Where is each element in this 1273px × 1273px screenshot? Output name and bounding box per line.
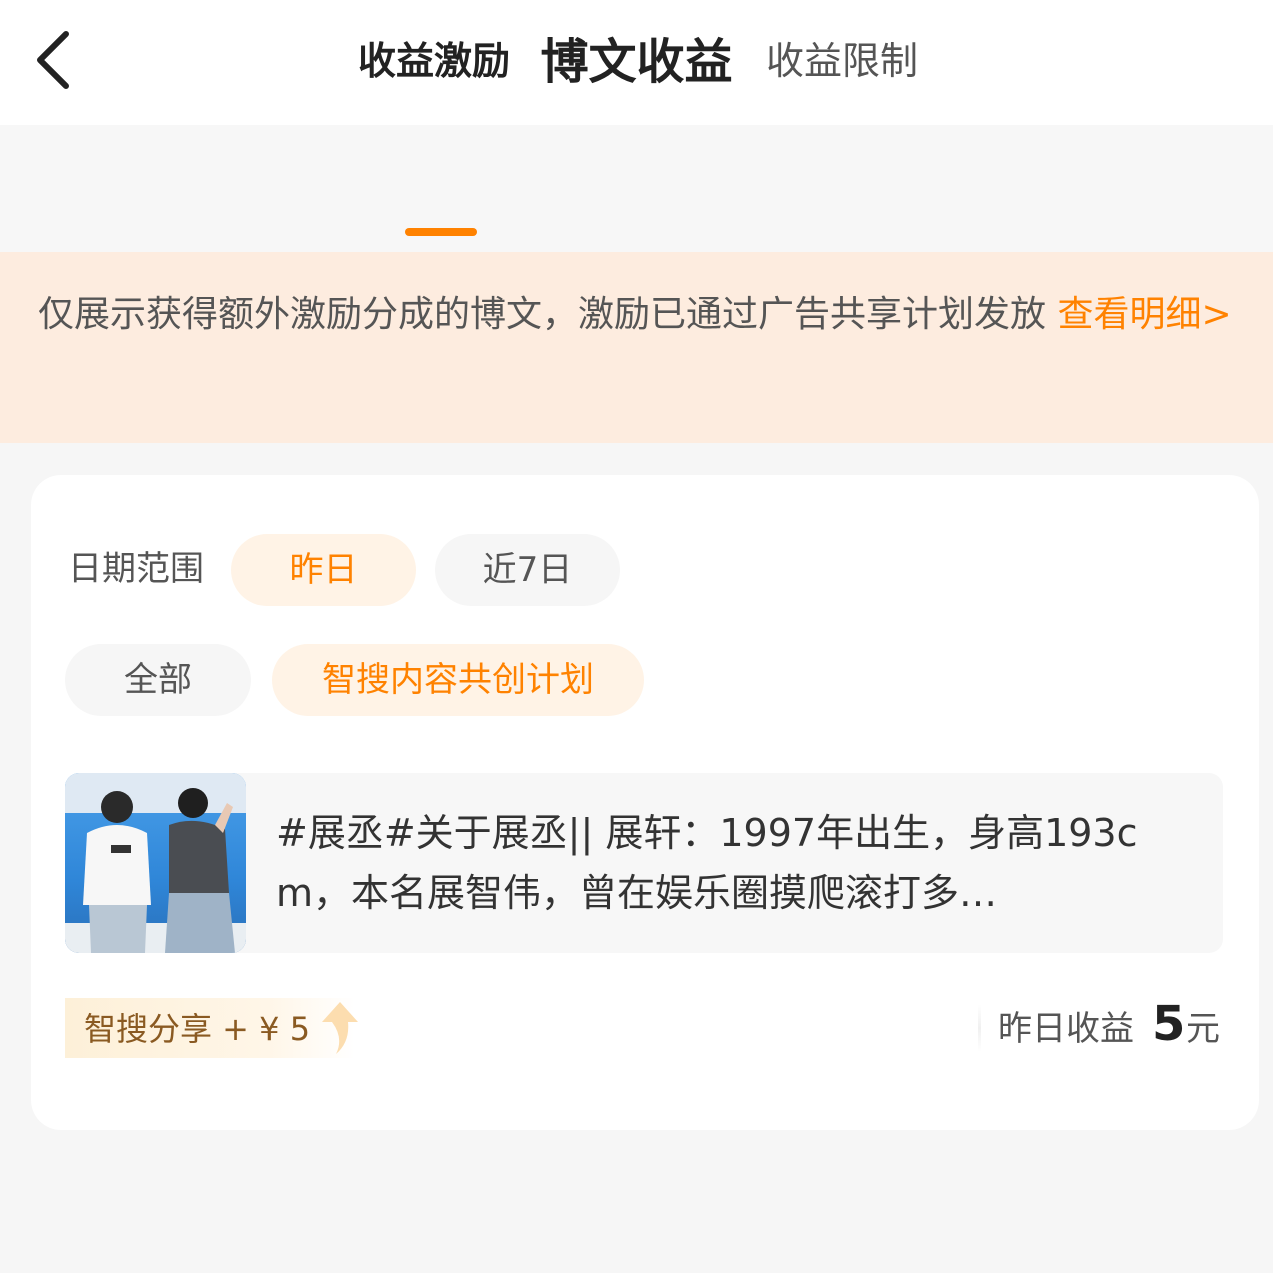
date-option-yesterday[interactable]: 昨日	[231, 534, 416, 606]
active-tab-indicator	[405, 228, 477, 236]
share-reward-text: 智搜分享 + ¥ 5	[84, 1010, 311, 1048]
view-details-link[interactable]: 查看明细>	[1057, 294, 1231, 335]
tab-restrictions[interactable]: 收益限制	[766, 35, 918, 87]
type-option-zhisou-program[interactable]: 智搜内容共创计划	[272, 644, 644, 716]
arrow-up-icon	[322, 1002, 358, 1054]
earnings-unit: 元	[1186, 1009, 1220, 1049]
notice-message: 仅展示获得额外激励分成的博文，激励已通过广告共享计划发放	[38, 294, 1058, 335]
date-option-7days[interactable]: 近7日	[435, 534, 620, 606]
notice-text: 仅展示获得额外激励分成的博文，激励已通过广告共享计划发放 查看明细>	[38, 282, 1238, 348]
type-option-all[interactable]: 全部	[65, 644, 251, 716]
earnings-value: 5	[1152, 996, 1186, 1052]
tab-incentive[interactable]: 收益激励	[358, 35, 510, 87]
earnings-label: 昨日收益	[998, 1009, 1134, 1049]
post-thumbnail	[65, 773, 246, 953]
post-excerpt: #展丞#关于展丞|| 展轩：1997年出生，身高193cm，本名展智伟，曾在娱乐…	[276, 811, 1138, 915]
page-title: 博文收益	[540, 34, 733, 90]
date-range-label: 日期范围	[68, 549, 204, 589]
earnings-divider	[978, 1004, 981, 1052]
tab-bar	[0, 125, 1273, 252]
